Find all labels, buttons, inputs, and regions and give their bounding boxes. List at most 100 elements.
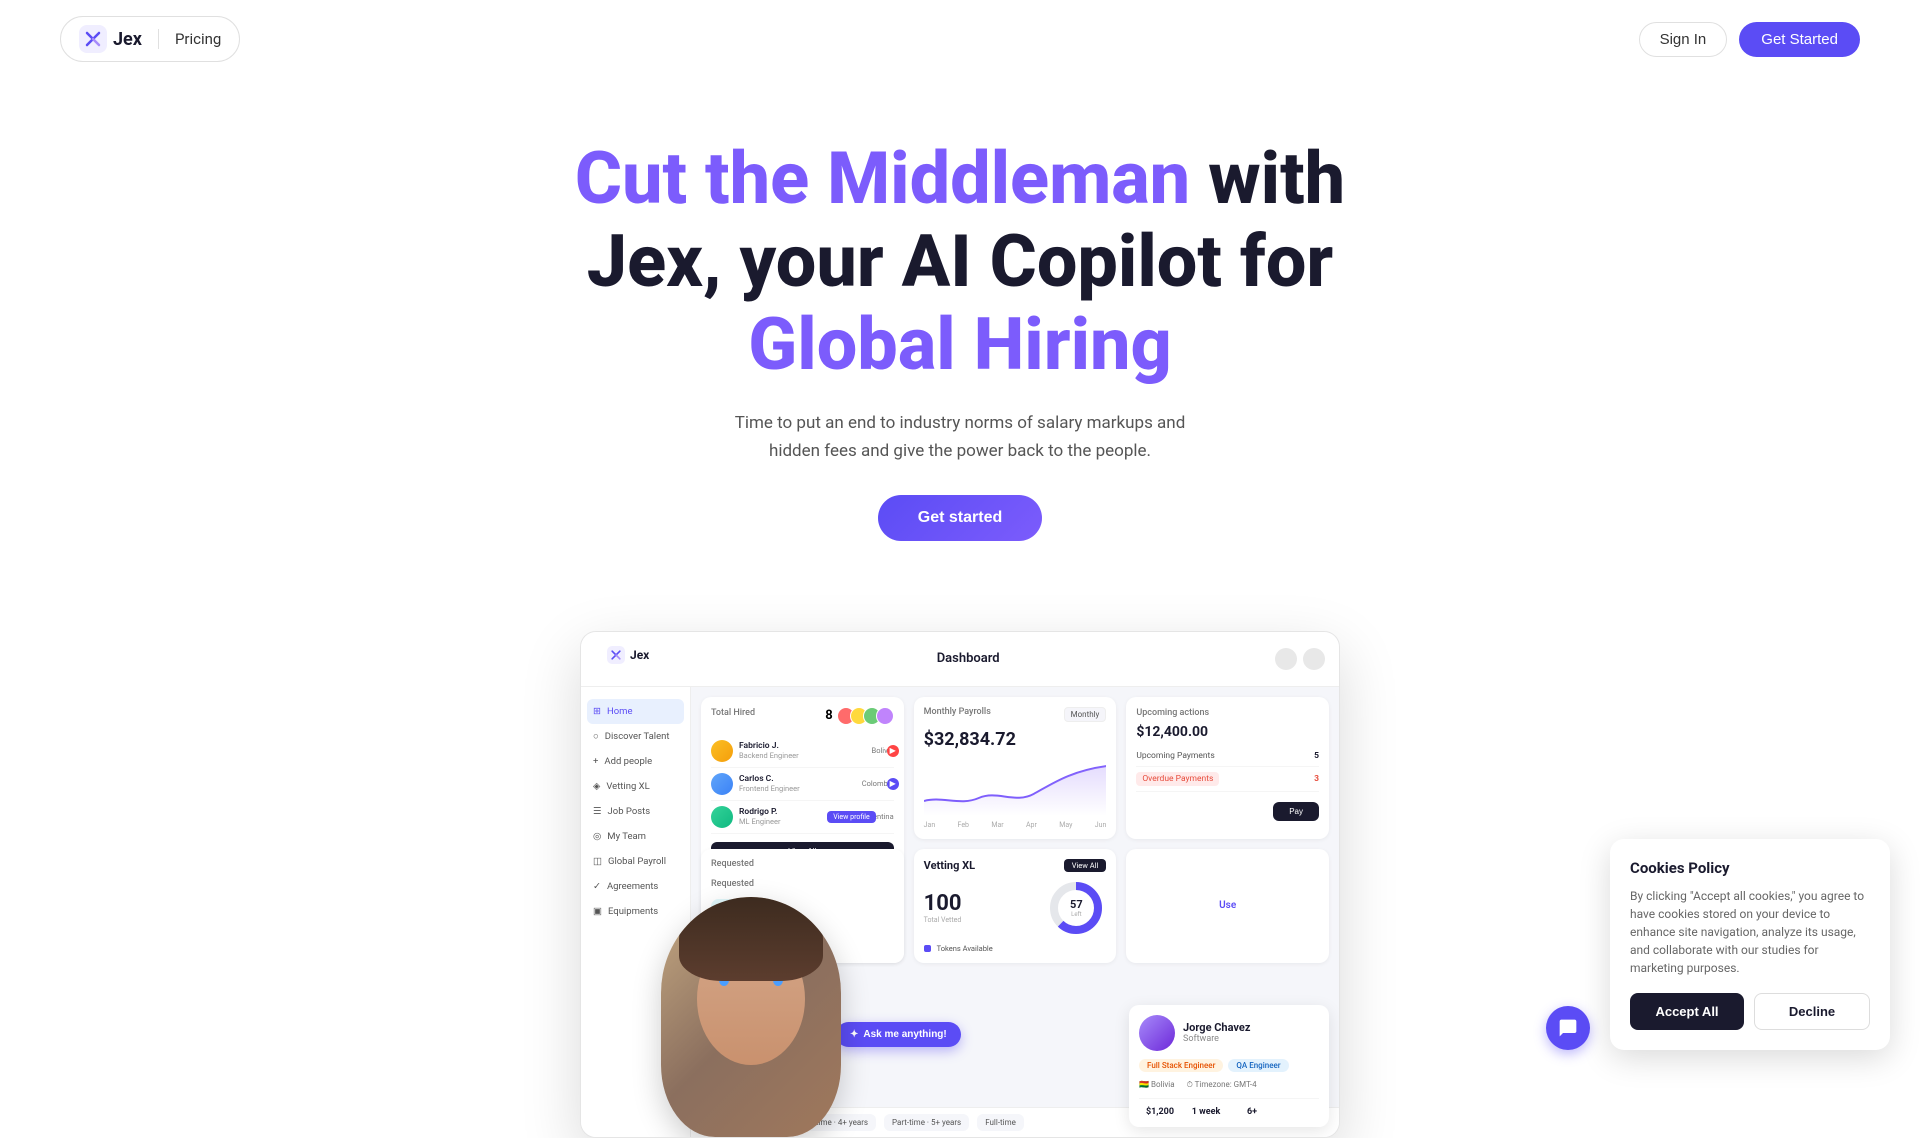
vetting-stats: 100 Total Vetted 57 Left [924, 878, 1107, 938]
upcoming-actions-card: Upcoming actions $12,400.00 Upcoming Pay… [1126, 697, 1329, 839]
sidebar-item-agreements[interactable]: ✓ Agreements [581, 874, 690, 899]
hired-count-row: Total Hired 8 [711, 707, 894, 725]
payroll-amount: $32,834.72 [924, 729, 1107, 750]
stat-time: 1 week [1185, 1107, 1227, 1117]
equipments-icon: ▣ [593, 906, 602, 917]
dashboard-logo: Jex [595, 640, 661, 678]
vetting-view-all-button[interactable]: View All [1064, 859, 1107, 872]
sidebar-item-my-team[interactable]: ◎ My Team [581, 824, 690, 849]
get-started-hero-button[interactable]: Get started [878, 495, 1042, 541]
sidebar-equipments-label: Equipments [608, 906, 658, 917]
vetting-icon: ◈ [593, 781, 600, 792]
pay-button[interactable]: Pay [1273, 802, 1319, 821]
tokens-available-label: Tokens Available [937, 944, 993, 953]
sidebar-jobs-label: Job Posts [608, 806, 651, 817]
pricing-link[interactable]: Pricing [175, 30, 221, 48]
hero-title-highlight: Cut the Middleman [575, 136, 1190, 221]
fabricio-arrow-badge: ▶ [887, 745, 899, 757]
ask-me-button[interactable]: ✦ Ask me anything! [836, 1022, 961, 1047]
payroll-title: Monthly Payrolls [924, 707, 991, 717]
signin-button[interactable]: Sign In [1639, 22, 1728, 57]
chart-label-apr: Apr [1026, 821, 1037, 829]
upcoming-badge: Upcoming [711, 899, 763, 914]
hero-section: Cut the Middleman with Jex, your AI Copi… [0, 78, 1920, 581]
nav-divider [158, 29, 159, 49]
hired-avatars [837, 707, 894, 725]
profile-country: 🇧🇴 Bolivia [1139, 1080, 1175, 1090]
stat-salary: $1,200 [1139, 1107, 1181, 1117]
dashboard-inner: ⊞ Home ○ Discover Talent + Add people ◈ … [581, 687, 1339, 1137]
dashboard-logo-icon [607, 646, 625, 664]
vetting-count-col: 100 Total Vetted [924, 891, 962, 924]
sidebar-item-discover-talent[interactable]: ○ Discover Talent [581, 724, 690, 749]
jorge-avatar [1139, 1015, 1175, 1051]
overdue-payments-count: 3 [1314, 774, 1319, 784]
upcoming-actions-amount: $12,400.00 [1136, 724, 1319, 740]
hero-title-line3: Global Hiring [748, 302, 1172, 387]
user-avatar-icon[interactable] [1303, 648, 1325, 670]
rec-item-1: Part-time · 4+ years [791, 1114, 876, 1131]
rec-item-2: Part-time · 5+ years [884, 1114, 969, 1131]
carlos-name: Carlos C. [739, 774, 856, 784]
sidebar-add-label: Add people [604, 756, 652, 767]
hero-title: Cut the Middleman with Jex, your AI Copi… [20, 138, 1900, 386]
topbar-icons [1275, 648, 1325, 670]
dashboard-main: Total Hired 8 [691, 687, 1339, 1137]
vetting-requested-count: 100 [924, 891, 962, 916]
profile-stats: $1,200 1 week 6+ [1139, 1098, 1319, 1117]
logo[interactable]: Jex [79, 25, 142, 53]
team-icon: ◎ [593, 831, 601, 842]
hero-title-line2: Jex, your AI Copilot for [587, 219, 1333, 304]
qa-engineer-tag: QA Engineer [1228, 1059, 1288, 1072]
sidebar-item-home[interactable]: ⊞ Home [587, 699, 684, 724]
stat-time-value: 1 week [1185, 1107, 1227, 1117]
job-posts-icon: ☰ [593, 806, 602, 817]
person-row-fabricio: Fabricio J. Backend Engineer Bolivia ▶ [711, 735, 894, 768]
view-profile-badge[interactable]: View profile [827, 811, 875, 823]
requested-label-1: Requested [711, 859, 754, 869]
hero-title-rest: with [1190, 136, 1345, 221]
cookies-buttons: Accept All Decline [1630, 993, 1870, 1030]
payroll-icon: ◫ [593, 856, 602, 867]
hired-number: 8 [825, 708, 832, 723]
fabricio-info: Fabricio J. Backend Engineer [739, 741, 866, 760]
overdue-payments-label: Overdue Payments [1136, 772, 1219, 786]
sidebar-item-add-people[interactable]: + Add people [581, 749, 690, 774]
profile-tags: Full Stack Engineer QA Engineer [1139, 1059, 1319, 1072]
upcoming-payments-row: Upcoming Payments 5 [1136, 746, 1319, 767]
chart-label-mar: Mar [991, 821, 1003, 829]
decline-cookies-button[interactable]: Decline [1754, 993, 1870, 1030]
full-stack-tag: Full Stack Engineer [1139, 1059, 1223, 1072]
nav-actions: Sign In Get Started [1639, 22, 1860, 57]
sidebar-item-vetting-xl[interactable]: ◈ Vetting XL [581, 774, 690, 799]
overdue-payments-row: Overdue Payments 3 [1136, 767, 1319, 792]
token-dot-icon [924, 945, 931, 952]
jorge-info: Jorge Chavez Software [1183, 1021, 1250, 1044]
sidebar-discover-label: Discover Talent [605, 731, 670, 742]
vetting-xl-title: Vetting XL [924, 859, 975, 872]
sidebar-item-global-payroll[interactable]: ◫ Global Payroll [581, 849, 690, 874]
dashboard-topbar: Jex Dashboard [581, 632, 1339, 687]
recommendations-title: Recommendations [703, 1117, 779, 1127]
payroll-chart [924, 756, 1107, 816]
payroll-card: Monthly Payrolls Monthly $32,834.72 [914, 697, 1117, 839]
chat-bubble-button[interactable] [1546, 1006, 1590, 1050]
vetting-donut-chart: 57 Left [1046, 878, 1106, 938]
payroll-header: Monthly Payrolls Monthly [924, 707, 1107, 723]
use-label[interactable]: Use [1219, 900, 1236, 911]
recommendations-list: Part-time · 4+ years Part-time · 5+ year… [791, 1114, 1024, 1131]
sidebar-item-equipments[interactable]: ▣ Equipments [581, 899, 690, 924]
chart-label-jan: Jan [924, 821, 936, 829]
donut-left-count: 57 [1070, 898, 1083, 911]
accept-cookies-button[interactable]: Accept All [1630, 993, 1744, 1030]
payroll-period-dropdown[interactable]: Monthly [1064, 707, 1107, 722]
notification-icon[interactable] [1275, 648, 1297, 670]
get-started-nav-button[interactable]: Get Started [1739, 22, 1860, 57]
donut-center: 57 Left [1070, 898, 1083, 918]
sidebar-item-job-posts[interactable]: ☰ Job Posts [581, 799, 690, 824]
sidebar-payroll-label: Global Payroll [608, 856, 666, 867]
chart-label-feb: Feb [958, 821, 969, 829]
donut-left-label: Left [1070, 911, 1083, 918]
profile-card-overlay: Jorge Chavez Software Full Stack Enginee… [1129, 1005, 1329, 1127]
ask-me-icon: ✦ [850, 1029, 858, 1040]
